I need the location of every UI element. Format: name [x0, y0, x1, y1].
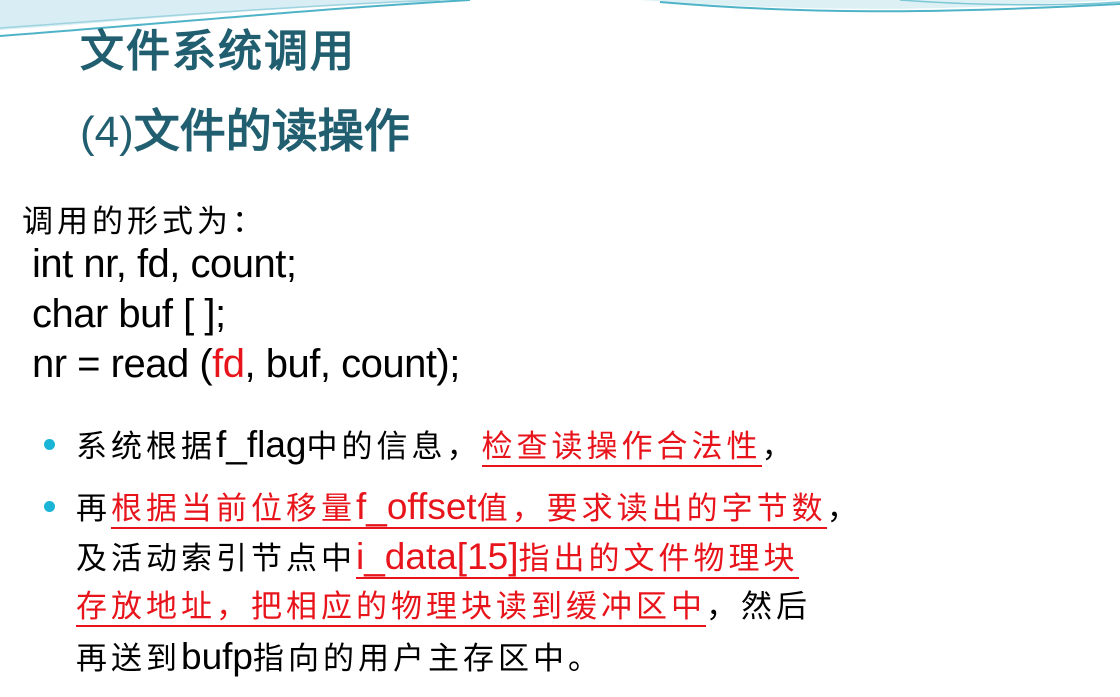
bullet-text-line1: 再根据当前位移量f_offset值，要求读出的字节数，: [76, 482, 862, 534]
code-line-declare-buf: char buf [ ];: [32, 292, 226, 336]
text-span: 指出的文件物理块: [518, 541, 799, 577]
code-read-suffix: , buf, count);: [244, 342, 461, 386]
slide-title-line2: (4)文件的读操作: [80, 108, 410, 155]
slide-title-line1: 文件系统调用: [80, 26, 356, 77]
text-span: 及活动索引节点中: [76, 541, 356, 577]
text-span: 根据当前位移量: [111, 491, 356, 527]
bullet-text-line3: 存放地址，把相应的物理块读到缓冲区中，然后: [76, 582, 811, 632]
bullet-text-line4: 再送到bufp指向的用户主存区中。: [76, 632, 603, 684]
bullet-dot: [44, 501, 55, 512]
section-title: 文件的读操作: [133, 104, 410, 158]
text-span: ，然后: [706, 589, 811, 625]
highlight-span: 存放地址，把相应的物理块读到缓冲区中: [76, 589, 706, 627]
latin-span: f_offset: [356, 486, 477, 527]
code-line-read-call: nr = read (fd, buf, count);: [32, 344, 460, 384]
code-read-prefix: nr = read (: [32, 342, 213, 386]
highlight-span: i_data[15]指出的文件物理块: [356, 536, 799, 579]
text-span: 再: [76, 491, 111, 527]
highlight-span: 检查读操作合法性: [481, 429, 762, 467]
latin-span: f_flag: [216, 424, 307, 465]
code-fd-arg: fd: [212, 342, 245, 386]
text-span: ，: [826, 491, 862, 527]
bullet-dot: [44, 439, 55, 450]
text-span: 值，要求读出的字节数: [476, 491, 827, 527]
text-span: 系统根据: [76, 429, 216, 465]
text-span: 中的信息，: [306, 429, 482, 465]
text-span: 再送到: [76, 641, 181, 677]
text-span: 指向的用户主存区中。: [253, 641, 604, 677]
call-form-label: 调用的形式为：: [22, 204, 267, 240]
bullet-text-line2: 及活动索引节点中i_data[15]指出的文件物理块: [76, 532, 799, 584]
latin-span: i_data[15]: [356, 536, 519, 577]
slide: 文件系统调用 (4)文件的读操作 调用的形式为： int nr, fd, cou…: [0, 0, 1120, 697]
bullet-text: 系统根据f_flag中的信息，检查读操作合法性，: [76, 420, 797, 472]
latin-span: bufp: [181, 636, 254, 677]
section-number: (4): [80, 108, 134, 157]
highlight-span: 根据当前位移量f_offset值，要求读出的字节数: [111, 486, 827, 529]
text-span: ，: [761, 429, 797, 465]
code-line-declare-ints: int nr, fd, count;: [32, 242, 297, 286]
